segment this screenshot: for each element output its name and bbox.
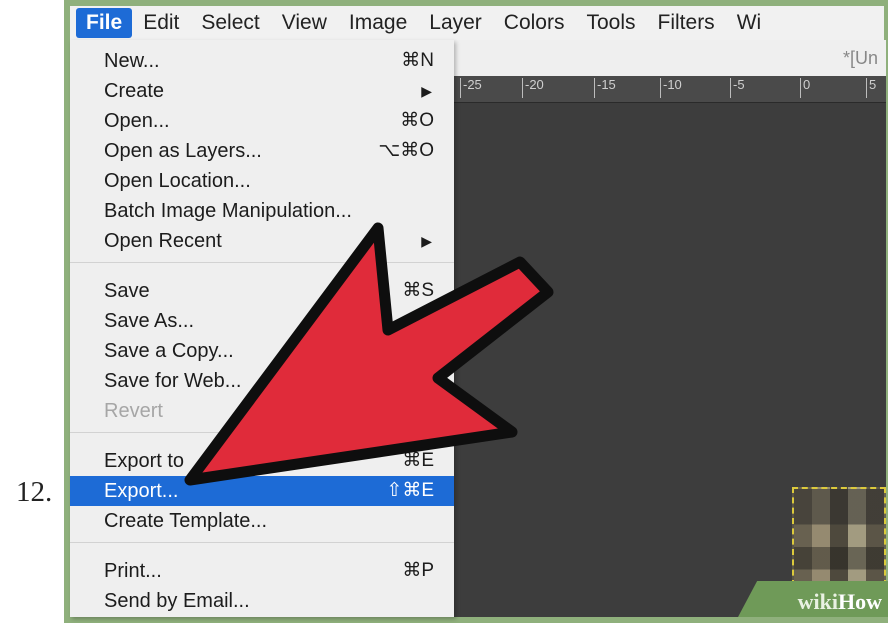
menu-separator (70, 432, 454, 433)
menu-item-create-template[interactable]: Create Template... (70, 506, 454, 536)
ruler-tick: -25 (460, 78, 482, 98)
menu-item-label: Save As... (104, 310, 195, 332)
menu-item-create[interactable]: Create ▶ (70, 76, 454, 106)
menu-item-save-a-copy[interactable]: Save a Copy... (70, 336, 454, 366)
menu-item-revert: Revert (70, 396, 454, 426)
menu-separator (70, 542, 454, 543)
menu-windows[interactable]: Wi (726, 8, 773, 38)
menu-item-label: Save for Web... (104, 370, 242, 392)
menu-layer[interactable]: Layer (418, 8, 493, 38)
menu-view[interactable]: View (271, 8, 338, 38)
ruler-tick: -5 (730, 78, 745, 98)
menu-item-label: Batch Image Manipulation... (104, 200, 352, 222)
image-window-titlebar: *[Un (454, 40, 886, 76)
step-number: 12. (16, 476, 53, 508)
submenu-arrow-icon: ▶ (421, 83, 432, 99)
menu-item-label: Print... (104, 560, 162, 582)
ruler-tick: -20 (522, 78, 544, 98)
menu-item-export[interactable]: Export... ⇧⌘E (70, 476, 454, 506)
wikihow-watermark: wikiHow (798, 589, 882, 615)
menu-item-label: Create (104, 80, 165, 102)
ruler-tick: -10 (660, 78, 682, 98)
gimp-screenshot: File Edit Select View Image Layer Colors… (64, 0, 888, 623)
shortcut-label: ⌘N (401, 50, 434, 71)
menu-item-label: Send by Email... (104, 590, 250, 612)
menu-item-label: Save (104, 280, 150, 302)
menu-edit[interactable]: Edit (132, 8, 190, 38)
menu-item-open-location[interactable]: Open Location... (70, 166, 454, 196)
ruler-tick: 0 (800, 78, 810, 98)
menu-item-label: Open Location... (104, 170, 251, 192)
menu-item-open-recent[interactable]: Open Recent ▶ (70, 226, 454, 256)
menu-filters[interactable]: Filters (647, 8, 726, 38)
menu-item-label: Open as Layers... (104, 140, 262, 162)
watermark-wiki: wiki (797, 589, 838, 614)
menu-item-open[interactable]: Open... ⌘O (70, 106, 454, 136)
watermark-how: How (838, 589, 882, 614)
menu-bar: File Edit Select View Image Layer Colors… (70, 6, 884, 41)
menu-item-new[interactable]: New... ⌘N (70, 46, 454, 76)
canvas-area[interactable]: *[Un -25 -20 -15 -10 -5 0 5 (454, 40, 886, 617)
menu-item-send-by-email[interactable]: Send by Email... (70, 586, 454, 616)
shortcut-label: ⌘E (402, 450, 434, 471)
submenu-arrow-icon: ▶ (421, 233, 432, 249)
menu-item-export-to[interactable]: Export to ⌘E (70, 446, 454, 476)
shortcut-label: ⇧⌘E (386, 480, 434, 501)
menu-select[interactable]: Select (190, 8, 270, 38)
menu-item-label: Revert (104, 400, 163, 422)
shortcut-label: ⌘S (402, 280, 434, 301)
menu-colors[interactable]: Colors (493, 8, 576, 38)
menu-tools[interactable]: Tools (575, 8, 646, 38)
menu-item-label: Export to (104, 450, 185, 472)
shortcut-label: ⌘O (400, 110, 434, 131)
image-window-title: *[Un (842, 48, 878, 68)
menu-item-save[interactable]: Save ⌘S (70, 276, 454, 306)
menu-item-save-as[interactable]: Save As... (70, 306, 454, 336)
ruler-tick: -15 (594, 78, 616, 98)
menu-image[interactable]: Image (338, 8, 418, 38)
menu-item-label: Save a Copy... (104, 340, 234, 362)
menu-separator (70, 262, 454, 263)
menu-item-label: Open... (104, 110, 170, 132)
horizontal-ruler[interactable]: -25 -20 -15 -10 -5 0 5 (454, 76, 886, 103)
menu-item-save-for-web[interactable]: Save for Web... (70, 366, 454, 396)
menu-item-label: Create Template... (104, 510, 268, 532)
menu-item-label: New... (104, 50, 160, 72)
menu-item-print[interactable]: Print... ⌘P (70, 556, 454, 586)
menu-item-open-as-layers[interactable]: Open as Layers... ⌥⌘O (70, 136, 454, 166)
shortcut-label: ⌘P (402, 560, 434, 581)
menu-item-label: Open Recent (104, 230, 222, 252)
ruler-tick: 5 (866, 78, 876, 98)
menu-file[interactable]: File (76, 8, 133, 38)
file-menu-dropdown: New... ⌘N Create ▶ Open... ⌘O Open as La… (70, 40, 454, 617)
menu-item-label: Export... (104, 480, 179, 502)
shortcut-label: ⌥⌘O (378, 140, 434, 161)
menu-item-batch-image-manipulation[interactable]: Batch Image Manipulation... (70, 196, 454, 226)
